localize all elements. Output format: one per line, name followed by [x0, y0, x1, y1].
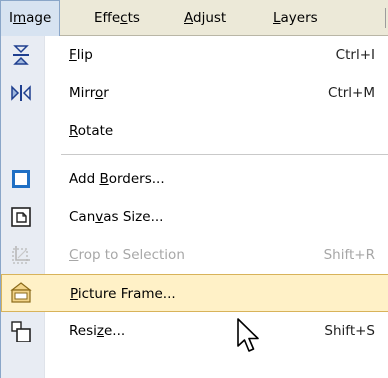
menu-effects[interactable]: Effects — [86, 0, 148, 36]
menu-item-label: Mirror — [69, 85, 109, 101]
canvas-size-icon — [11, 207, 31, 227]
menu-bar-separator — [385, 8, 386, 28]
menu-item-label: Canvas Size... — [69, 209, 164, 225]
menu-image[interactable]: Image — [0, 0, 61, 36]
menu-item-mirror[interactable]: Mirror Ctrl+M — [1, 74, 388, 112]
menu-item-crop-to-selection[interactable]: Crop to Selection Shift+R — [1, 236, 388, 274]
picture-frame-icon — [10, 282, 32, 303]
menu-layers[interactable]: Layers — [265, 0, 326, 36]
flip-icon — [13, 45, 29, 65]
menu-item-flip[interactable]: Flip Ctrl+I — [1, 36, 388, 74]
menu-item-label: Picture Frame... — [70, 286, 176, 302]
menu-item-label: Resize... — [69, 323, 126, 339]
menu-adjust[interactable]: Adjust — [176, 0, 234, 36]
menu-item-label: Crop to Selection — [69, 247, 185, 263]
image-menu-dropdown: Flip Ctrl+I Mirror Ctrl+M Rotate Add Bor… — [0, 36, 388, 378]
menu-item-resize[interactable]: Resize... Shift+S — [1, 312, 388, 350]
menu-item-rotate[interactable]: Rotate — [1, 112, 388, 150]
menu-item-canvas-size[interactable]: Canvas Size... — [1, 198, 388, 236]
menu-item-shortcut: Ctrl+I — [335, 47, 375, 63]
window-frame: Image Effects Adjust Layers Flip Ctrl+I … — [0, 0, 388, 378]
menu-item-shortcut: Shift+R — [323, 247, 375, 263]
menu-item-add-borders[interactable]: Add Borders... — [1, 160, 388, 198]
menu-item-picture-frame[interactable]: Picture Frame... — [1, 274, 388, 312]
mouse-pointer-icon — [237, 318, 259, 352]
menu-item-shortcut: Ctrl+M — [328, 85, 375, 101]
menu-item-label: Add Borders... — [69, 171, 165, 187]
crop-icon — [12, 246, 30, 264]
menu-separator — [61, 154, 388, 155]
menu-item-label: Rotate — [69, 123, 114, 139]
menu-item-label: Flip — [69, 47, 93, 63]
menu-bar: Image Effects Adjust Layers — [0, 0, 388, 36]
resize-icon — [11, 321, 31, 342]
add-borders-icon — [12, 170, 30, 188]
menu-item-shortcut: Shift+S — [324, 323, 375, 339]
mirror-icon — [11, 85, 31, 101]
